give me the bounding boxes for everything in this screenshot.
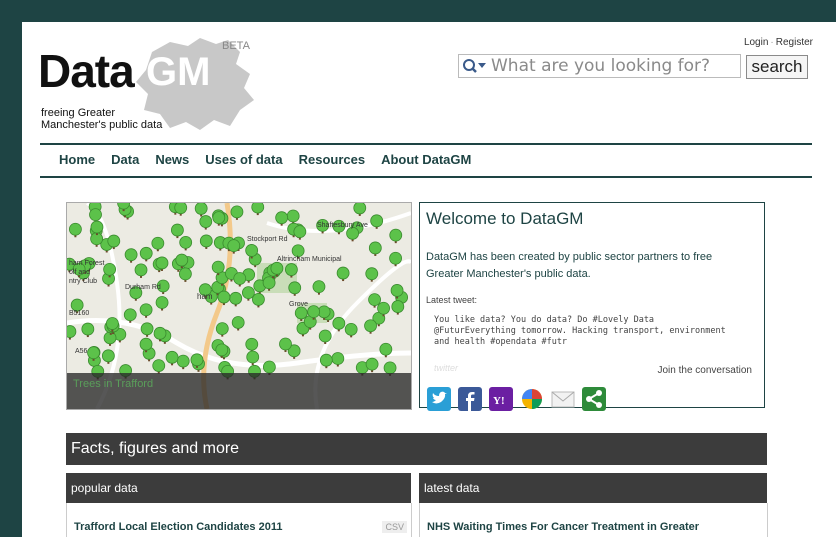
nav-resources[interactable]: Resources — [299, 152, 365, 167]
twitter-icon[interactable] — [427, 387, 451, 411]
popular-data-list: Trafford Local Election Candidates 2011 … — [66, 503, 412, 537]
latest-data-header: latest data — [419, 473, 767, 503]
popular-data-header: popular data — [66, 473, 411, 503]
svg-text:Y!: Y! — [493, 395, 505, 407]
map-label-stockport-rd: Stockport Rd — [247, 236, 288, 243]
google-buzz-icon[interactable] — [520, 387, 544, 411]
facts-heading-bar: Facts, figures and more — [66, 433, 767, 465]
twitter-watermark: twitter — [434, 363, 459, 373]
logo-text-gm: GM — [146, 50, 211, 94]
register-link[interactable]: Register — [776, 37, 813, 48]
join-conversation-link[interactable]: Join the conversation — [657, 365, 752, 376]
feature-map[interactable]: Altrincham Municipal Grove Stockport Rd … — [66, 202, 412, 410]
welcome-intro: DataGM has been created by public sector… — [426, 251, 713, 280]
nav-news[interactable]: News — [155, 152, 189, 167]
latest-tweet: You like data? You do data? Do #Lovely D… — [434, 315, 726, 347]
auth-separator: · — [770, 37, 774, 48]
map-label-forest: ham Forest — [69, 260, 104, 267]
search-button[interactable]: search — [746, 55, 808, 79]
search-box — [458, 54, 741, 78]
map-caption-bar: Trees in Trafford — [67, 373, 411, 409]
login-link[interactable]: Login — [744, 37, 768, 48]
latest-tweet-label: Latest tweet: — [426, 295, 478, 305]
map-label-ham: ham — [197, 292, 213, 301]
search-input[interactable] — [491, 56, 736, 76]
map-label-altrincham: Altrincham Municipal — [277, 256, 342, 263]
nav-bottom-rule — [40, 176, 812, 178]
tagline-line-1: freeing Greater — [41, 107, 115, 119]
nav-data[interactable]: Data — [111, 152, 139, 167]
page: Data GM BETA freeing Greater Manchester'… — [22, 22, 836, 537]
facebook-icon[interactable] — [458, 387, 482, 411]
map-caption[interactable]: Trees in Trafford — [73, 378, 153, 390]
csv-badge: CSV — [382, 521, 407, 533]
latest-data-list: NHS Waiting Times For Cancer Treatment i… — [419, 503, 768, 537]
search-icon — [463, 59, 486, 73]
auth-links: Login · Register — [744, 37, 813, 48]
share-icon[interactable] — [582, 387, 606, 411]
main-nav: Home Data News Uses of data Resources Ab… — [59, 152, 471, 167]
beta-label: BETA — [222, 40, 250, 52]
nav-uses-of-data[interactable]: Uses of data — [205, 152, 282, 167]
latest-data-item[interactable]: NHS Waiting Times For Cancer Treatment i… — [427, 521, 699, 533]
popular-data-item[interactable]: Trafford Local Election Candidates 2011 — [74, 521, 282, 533]
tagline: freeing Greater Manchester's public data — [41, 107, 162, 131]
nav-home[interactable]: Home — [59, 152, 95, 167]
tagline-line-2: Manchester's public data — [41, 119, 163, 131]
welcome-title: Welcome to DataGM — [426, 209, 584, 228]
map-label-shaftesbury: Shaftesbury Ave — [317, 222, 368, 229]
welcome-panel: Welcome to DataGM DataGM has been create… — [419, 202, 765, 411]
map-label-golf: olf and — [69, 269, 90, 276]
map-label-country-club: ntry Club — [69, 278, 97, 285]
popular-data-heading: popular data — [71, 481, 138, 495]
facts-heading: Facts, figures and more — [71, 440, 240, 457]
social-share-bar: Y! — [427, 387, 606, 411]
latest-data-heading: latest data — [424, 481, 480, 495]
map-label-durham-rd: Durham Rd — [125, 284, 161, 291]
logo-text-data: Data — [38, 45, 135, 97]
map-label-b5160: B5160 — [69, 310, 89, 317]
map-label-grove: Grove — [289, 301, 308, 308]
nav-top-rule — [40, 143, 812, 145]
map-label-a56: A56 — [75, 348, 88, 355]
yahoo-icon[interactable]: Y! — [489, 387, 513, 411]
email-icon[interactable] — [551, 387, 575, 411]
nav-about[interactable]: About DataGM — [381, 152, 471, 167]
